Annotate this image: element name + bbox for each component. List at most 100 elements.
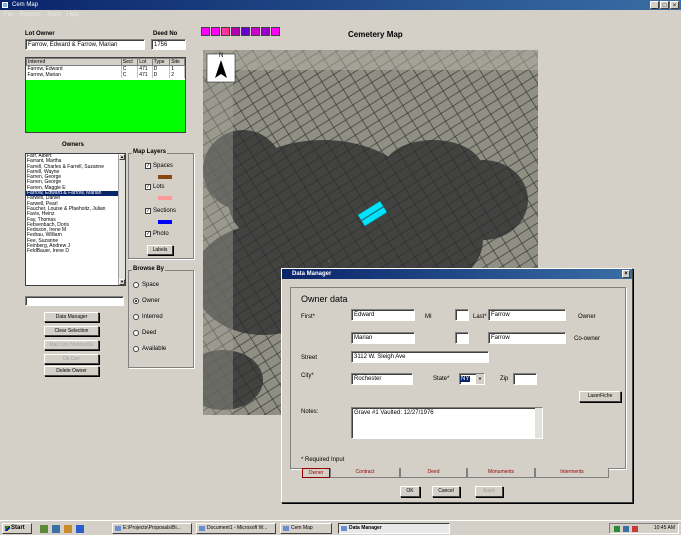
list-item[interactable]: FeldBauer, Irene D <box>26 249 125 255</box>
owners-scrollbar[interactable]: ▲ ▼ <box>118 154 125 285</box>
city-field[interactable]: Rochester <box>351 373 413 385</box>
middle-initial-field[interactable] <box>455 309 469 321</box>
scroll-down-icon[interactable]: ▼ <box>119 279 125 285</box>
sections-swatch <box>158 220 172 224</box>
info-icon[interactable] <box>261 27 270 36</box>
apply-button[interactable]: Apply <box>475 486 503 497</box>
task-explorer[interactable]: E:\Projects\Proposals\Bi... <box>112 523 192 534</box>
start-button[interactable]: Start <box>2 523 32 534</box>
labels-button[interactable]: Labels <box>147 245 173 255</box>
outlook-icon[interactable] <box>64 525 72 533</box>
browse-interred-radio[interactable]: Interred <box>133 314 163 320</box>
browse-available-radio[interactable]: Available <box>133 346 166 352</box>
lot-owner-field[interactable]: Farrow, Edward & Farrow, Marian <box>25 39 145 50</box>
col-interred[interactable]: Interred <box>26 58 122 66</box>
layer-sections-label: Sections <box>153 208 177 214</box>
layer-spaces-checkbox[interactable]: ✓ Spaces <box>145 163 173 169</box>
zip-label: Zip <box>500 376 509 382</box>
menu-file[interactable]: File <box>4 10 14 20</box>
data-manager-button[interactable]: Data Manager <box>44 312 99 322</box>
delete-owner-button[interactable]: Delete Owner <box>44 366 99 376</box>
network-icon[interactable] <box>614 526 620 532</box>
layer-sections-checkbox[interactable]: ✓ Sections <box>145 208 176 214</box>
browse-by-label: Browse By <box>132 266 166 272</box>
chevron-down-icon[interactable]: ▼ <box>476 374 484 384</box>
deed-no-field[interactable]: 1756 <box>151 39 186 50</box>
ie-icon[interactable] <box>76 525 84 533</box>
dialog-title-bar[interactable]: Data Manager × <box>282 269 632 279</box>
radio-selected-icon <box>133 298 139 304</box>
globe-icon[interactable] <box>241 27 250 36</box>
laserfiche-button[interactable]: LaserFiche <box>579 391 621 402</box>
interred-table[interactable]: Interred Sect Lot Type Site Farrow, Edwa… <box>25 57 186 133</box>
co-owner-first-field[interactable]: Marian <box>351 332 415 344</box>
mail-list-button[interactable]: Mail List (Vendor/Gr <box>44 340 99 350</box>
cell: Farrow, Marian <box>26 72 122 78</box>
cancel-button[interactable]: Cancel <box>432 486 460 497</box>
state-select[interactable]: NY ▼ <box>459 373 485 385</box>
owner-role-label: Owner <box>578 314 596 320</box>
tab-monuments[interactable]: Monuments <box>467 468 535 478</box>
antivirus-icon[interactable] <box>632 526 638 532</box>
task-cem-map[interactable]: Cem Map <box>280 523 332 534</box>
col-sect[interactable]: Sect <box>120 58 139 66</box>
tab-interments[interactable]: Interments <box>535 468 609 478</box>
maximize-icon[interactable]: □ <box>660 1 669 9</box>
cell: C <box>121 72 139 78</box>
menu-tools[interactable]: Tools <box>47 10 61 20</box>
browse-deed-radio[interactable]: Deed <box>133 330 156 336</box>
notes-scrollbar[interactable] <box>535 408 542 438</box>
volume-icon[interactable] <box>623 526 629 532</box>
close-icon[interactable]: × <box>622 270 630 278</box>
tab-owner[interactable]: Owner <box>302 468 330 478</box>
ok-cen-button[interactable]: Ok Cen <box>44 354 99 364</box>
task-data-manager[interactable]: Data Manager <box>338 523 450 534</box>
tab-contract[interactable]: Contract <box>330 468 400 478</box>
tab-deed[interactable]: Deed <box>400 468 467 478</box>
co-owner-last-field[interactable]: Farrow <box>488 332 566 344</box>
first-name-field[interactable]: Edward <box>351 309 415 321</box>
col-site[interactable]: Site <box>169 58 185 66</box>
ok-button[interactable]: OK <box>400 486 420 497</box>
check-icon: ✓ <box>145 208 151 214</box>
owners-list[interactable]: Farr, Albert Farrant, Martha Farrell, Char… <box>25 153 126 286</box>
owners-items: Farr, Albert Farrant, Martha Farrell, Char… <box>26 154 125 255</box>
task-explorer-label: E:\Projects\Proposals\Bi... <box>123 525 181 531</box>
check-icon: ✓ <box>145 163 151 169</box>
co-owner-mi-field[interactable] <box>455 332 469 344</box>
scroll-up-icon[interactable]: ▲ <box>119 154 125 160</box>
grid-icon[interactable] <box>251 27 260 36</box>
close-icon[interactable]: × <box>670 1 679 9</box>
app-icon <box>2 2 8 8</box>
taskbar: Start E:\Projects\Proposals\Bi... Docume… <box>0 520 681 535</box>
browse-owner-radio[interactable]: Owner <box>133 298 160 304</box>
minimize-icon[interactable]: _ <box>650 1 659 9</box>
dialog-tabs: Owner Contract Deed Monuments Interments <box>302 468 609 478</box>
owner-search-input[interactable] <box>25 296 124 306</box>
zoom-in-icon[interactable] <box>201 27 210 36</box>
pan-icon[interactable] <box>221 27 230 36</box>
layer-lots-checkbox[interactable]: ✓ Lots <box>145 184 164 190</box>
desktop-icon[interactable] <box>40 525 48 533</box>
table-row[interactable]: Farrow, Marian C 471 D 2 <box>26 72 185 78</box>
notes-field[interactable]: Grave #1 Vaulted: 12/27/1976 <box>351 407 543 439</box>
zoom-out-icon[interactable] <box>211 27 220 36</box>
check-icon: ✓ <box>145 184 151 190</box>
app-icon <box>341 526 347 531</box>
task-word[interactable]: Document1 - Microsoft W... <box>196 523 276 534</box>
street-field[interactable]: 3112 W. Sleigh Ave <box>351 351 489 363</box>
windows-logo-icon <box>5 526 10 531</box>
select-icon[interactable] <box>231 27 240 36</box>
last-name-field[interactable]: Farrow <box>488 309 566 321</box>
cell: D <box>152 72 171 78</box>
col-type[interactable]: Type <box>151 58 171 66</box>
print-icon[interactable] <box>271 27 280 36</box>
menu-reports[interactable]: Reports <box>20 10 41 20</box>
layer-photo-checkbox[interactable]: ✓ Photo <box>145 231 169 237</box>
menu-help[interactable]: Help <box>67 10 79 20</box>
explorer-icon[interactable] <box>52 525 60 533</box>
zip-field[interactable] <box>513 373 537 385</box>
clear-selection-button[interactable]: Clear Selection <box>44 326 99 336</box>
browse-space-radio[interactable]: Space <box>133 282 159 288</box>
col-lot[interactable]: Lot <box>137 58 153 66</box>
